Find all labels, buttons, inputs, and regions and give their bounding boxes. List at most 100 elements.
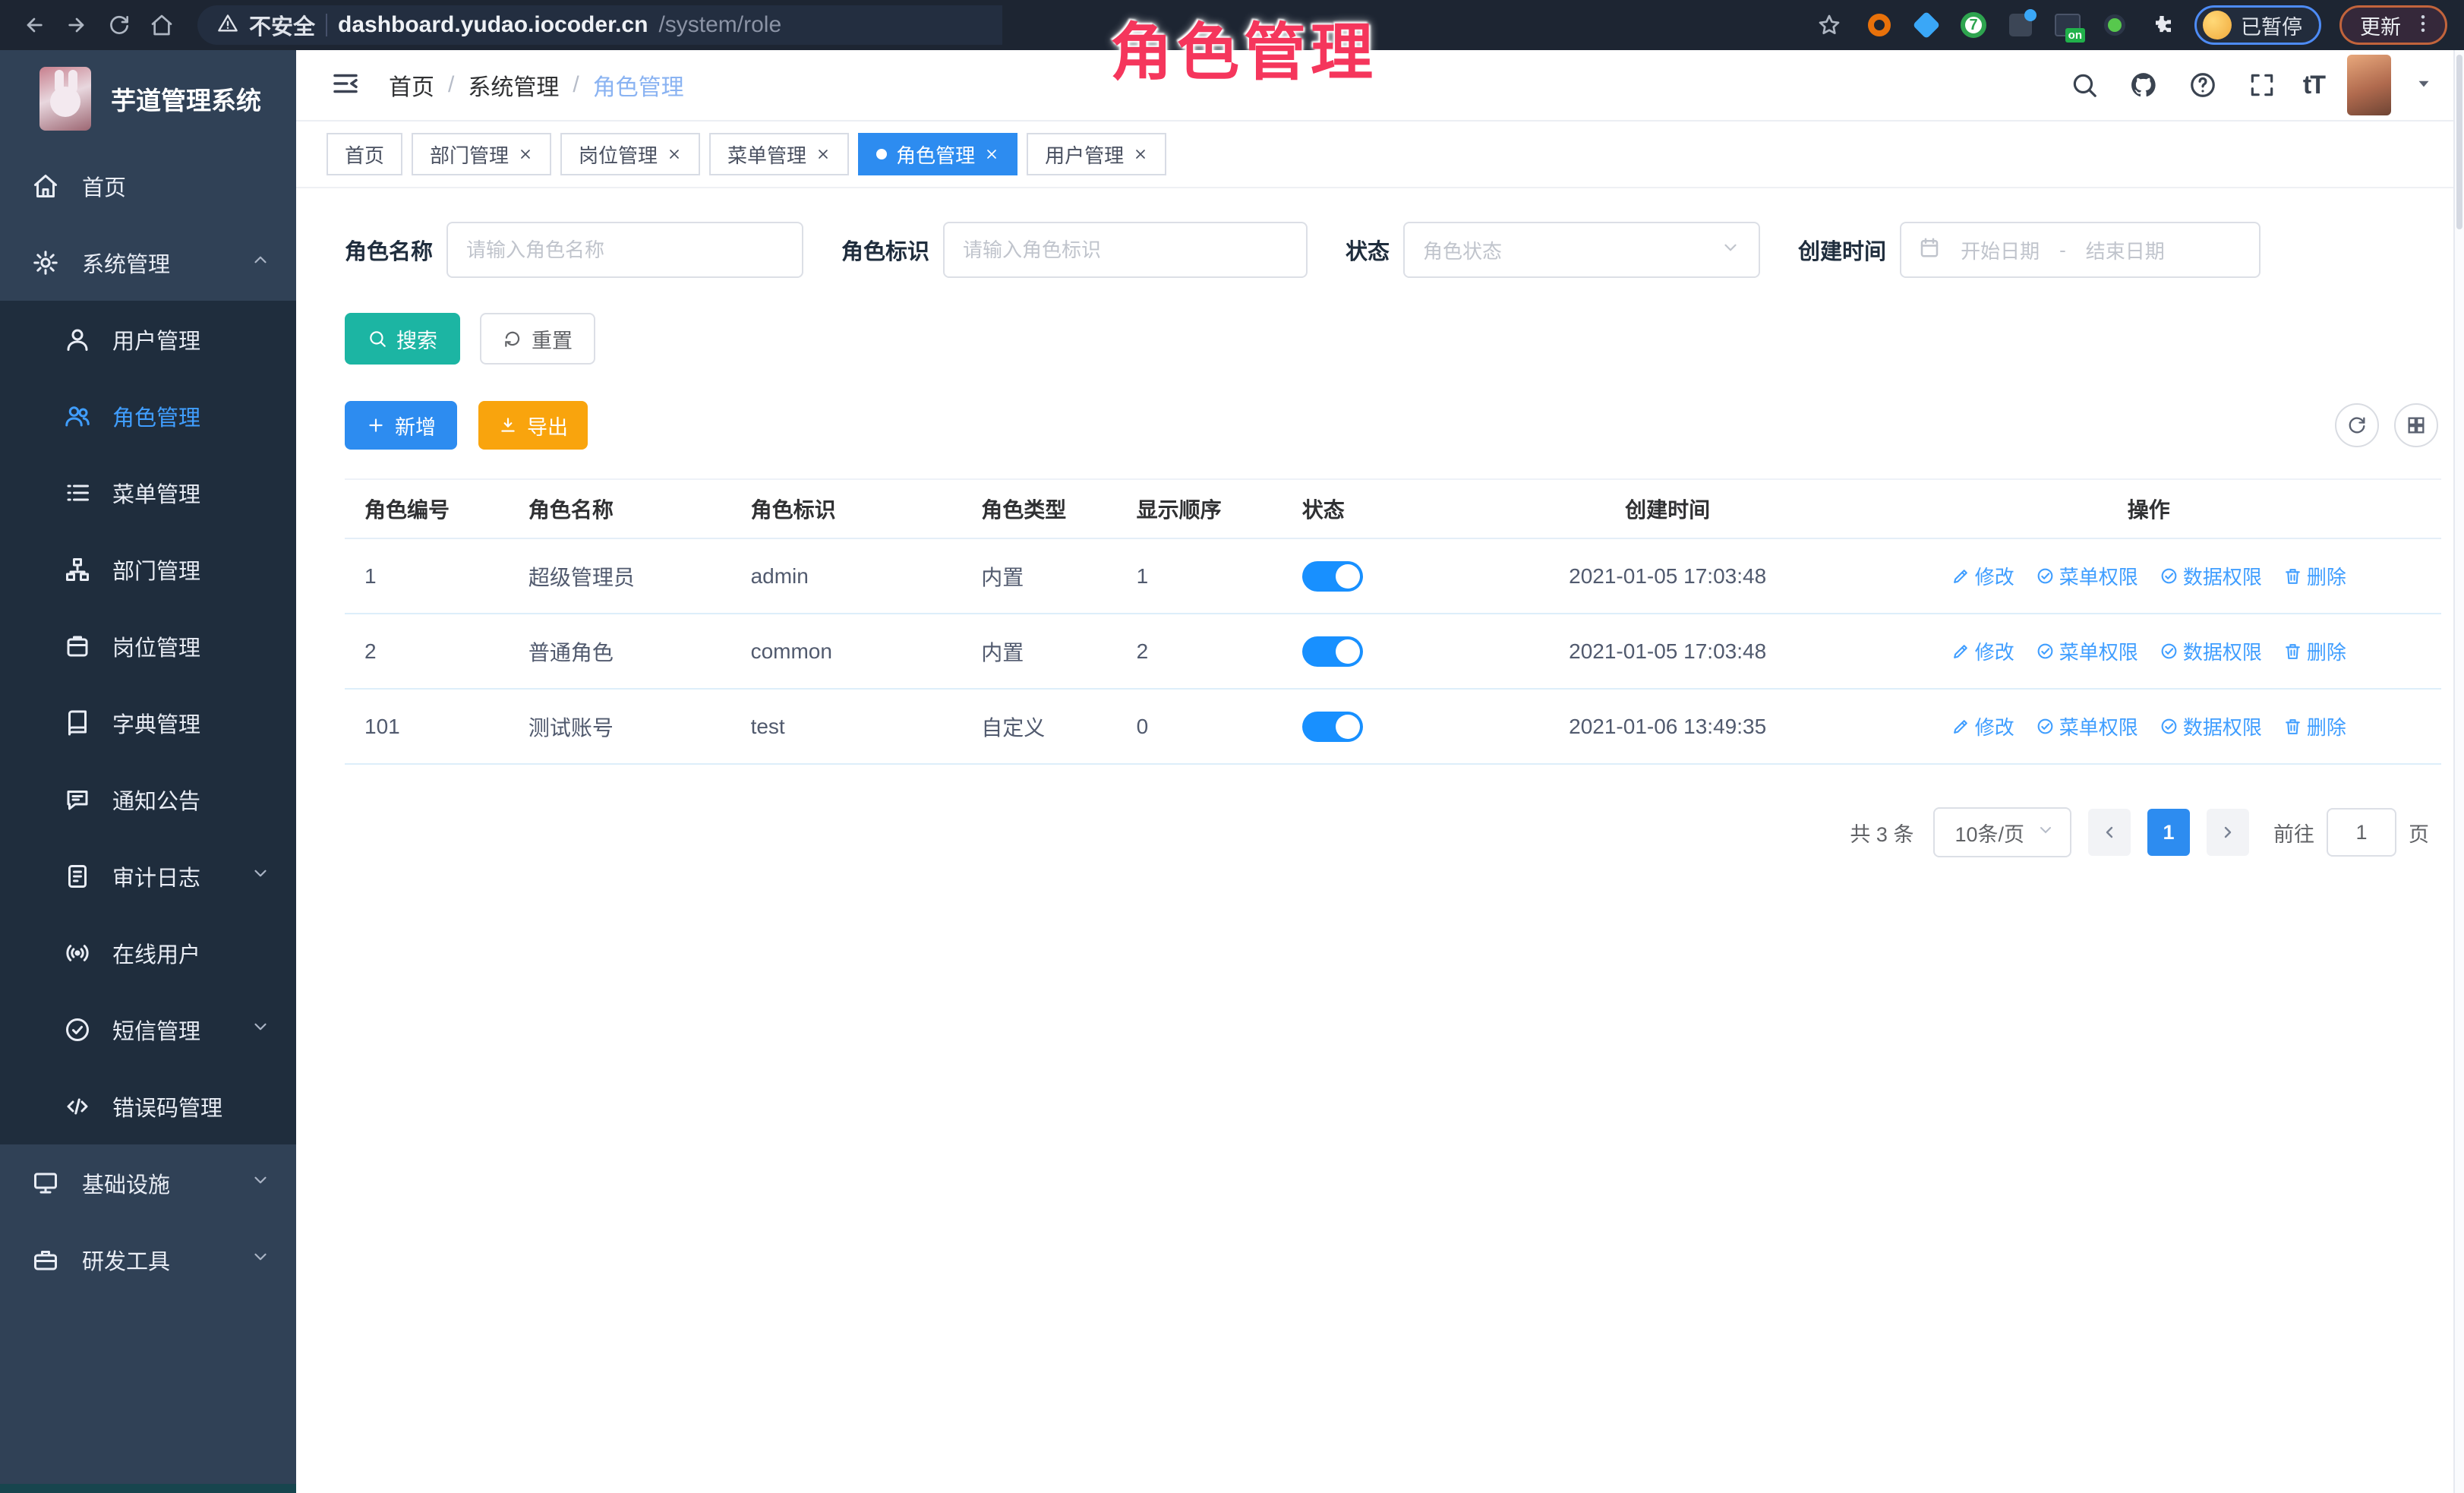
page-number-button[interactable]: 1 — [2147, 809, 2190, 856]
app-logo[interactable]: 芋道管理系统 — [0, 50, 296, 147]
extension-orange-ring-icon[interactable] — [1865, 11, 1894, 39]
cell-id: 101 — [345, 689, 521, 764]
action-删除[interactable]: 删除 — [2283, 562, 2346, 590]
github-icon[interactable] — [2125, 67, 2162, 103]
sidebar-item-菜单管理[interactable]: 菜单管理 — [0, 454, 296, 531]
reset-button[interactable]: 重置 — [480, 313, 595, 365]
close-icon[interactable] — [816, 147, 831, 162]
cell-id: 1 — [345, 538, 521, 614]
user-avatar[interactable] — [2347, 55, 2391, 115]
action-数据权限[interactable]: 数据权限 — [2160, 562, 2262, 590]
fullscreen-icon[interactable] — [2244, 67, 2280, 103]
bookmark-star-icon[interactable] — [1812, 8, 1847, 43]
tab-用户管理[interactable]: 用户管理 — [1027, 133, 1166, 175]
action-修改[interactable]: 修改 — [1951, 712, 2014, 740]
action-数据权限[interactable]: 数据权限 — [2160, 637, 2262, 665]
sidebar-item-用户管理[interactable]: 用户管理 — [0, 301, 296, 377]
font-size-icon[interactable]: tT — [2303, 71, 2324, 100]
topbar-right-cluster: tT — [2066, 55, 2434, 115]
tab-label: 岗位管理 — [579, 140, 658, 169]
extensions-puzzle-icon[interactable] — [2147, 11, 2176, 39]
pagination-total: 共 3 条 — [1850, 818, 1913, 848]
browser-forward-icon[interactable] — [59, 8, 94, 43]
sidebar-item-基础设施[interactable]: 基础设施 — [0, 1144, 296, 1221]
sidebar-item-系统管理[interactable]: 系统管理 — [0, 224, 296, 301]
chevron-down-icon — [1721, 238, 1740, 263]
extension-grid-icon[interactable] — [2006, 11, 2035, 39]
close-icon[interactable] — [667, 147, 682, 162]
browser-home-icon[interactable] — [144, 8, 179, 43]
cell-key: common — [743, 614, 974, 689]
column-settings-button[interactable] — [2394, 403, 2438, 447]
action-数据权限[interactable]: 数据权限 — [2160, 712, 2262, 740]
chevron-down-icon — [251, 1170, 270, 1196]
calendar-icon — [1918, 236, 1941, 264]
tab-岗位管理[interactable]: 岗位管理 — [560, 133, 700, 175]
menu-fold-icon[interactable] — [330, 68, 361, 103]
prev-page-button[interactable] — [2088, 809, 2131, 856]
help-icon[interactable] — [2185, 67, 2221, 103]
status-toggle[interactable] — [1302, 636, 1363, 667]
start-date-placeholder: 开始日期 — [1961, 236, 2040, 264]
sidebar-item-短信管理[interactable]: 短信管理 — [0, 991, 296, 1068]
browser-update-button[interactable]: 更新 — [2339, 5, 2447, 45]
browser-reload-icon[interactable] — [102, 8, 137, 43]
cell-actions: 修改菜单权限数据权限删除 — [1857, 538, 2441, 614]
export-button[interactable]: 导出 — [478, 401, 588, 450]
extension-sprout-icon[interactable] — [2100, 11, 2129, 39]
role-key-input[interactable] — [943, 222, 1308, 278]
page-scrollbar[interactable] — [2453, 50, 2464, 1493]
tab-菜单管理[interactable]: 菜单管理 — [709, 133, 849, 175]
close-icon[interactable] — [984, 147, 999, 162]
status-toggle[interactable] — [1302, 561, 1363, 592]
breadcrumb-item-首页[interactable]: 首页 — [389, 68, 434, 102]
tab-部门管理[interactable]: 部门管理 — [412, 133, 551, 175]
sidebar-item-研发工具[interactable]: 研发工具 — [0, 1221, 296, 1298]
extension-blue-gem-icon[interactable] — [1912, 11, 1941, 39]
close-icon[interactable] — [1133, 147, 1148, 162]
close-icon[interactable] — [518, 147, 533, 162]
refresh-table-button[interactable] — [2335, 403, 2379, 447]
sidebar-item-审计日志[interactable]: 审计日志 — [0, 838, 296, 914]
sidebar-item-错误码管理[interactable]: 错误码管理 — [0, 1068, 296, 1144]
action-修改[interactable]: 修改 — [1951, 562, 2014, 590]
page-size-select[interactable]: 10条/页 — [1933, 807, 2071, 857]
goto-page-input[interactable] — [2327, 808, 2396, 857]
sidebar-item-部门管理[interactable]: 部门管理 — [0, 531, 296, 608]
action-修改[interactable]: 修改 — [1951, 637, 2014, 665]
tab-首页[interactable]: 首页 — [327, 133, 402, 175]
breadcrumb-item-系统管理[interactable]: 系统管理 — [468, 68, 559, 102]
next-page-button[interactable] — [2207, 809, 2249, 856]
create-time-range-picker[interactable]: 开始日期 - 结束日期 — [1900, 222, 2261, 278]
search-button[interactable]: 搜索 — [345, 313, 460, 365]
status-select[interactable]: 角色状态 — [1403, 222, 1760, 278]
browser-menu-icon[interactable] — [2412, 12, 2434, 39]
end-date-placeholder: 结束日期 — [2086, 236, 2165, 264]
avatar-caret-icon[interactable] — [2414, 74, 2434, 97]
action-删除[interactable]: 删除 — [2283, 712, 2346, 740]
column-header-创建时间: 创建时间 — [1479, 479, 1857, 538]
table-header-row: 角色编号角色名称角色标识角色类型显示顺序状态创建时间操作 — [345, 479, 2441, 538]
extension-green-seven-icon[interactable]: 7 — [1959, 11, 1988, 39]
sidebar-item-通知公告[interactable]: 通知公告 — [0, 761, 296, 838]
sidebar-item-字典管理[interactable]: 字典管理 — [0, 684, 296, 761]
action-菜单权限[interactable]: 菜单权限 — [2036, 712, 2138, 740]
action-菜单权限[interactable]: 菜单权限 — [2036, 562, 2138, 590]
cell-created-time: 2021-01-05 17:03:48 — [1479, 538, 1857, 614]
browser-address-bar[interactable]: 不安全 dashboard.yudao.iocoder.cn/system/ro… — [197, 5, 1002, 45]
sidebar-item-角色管理[interactable]: 角色管理 — [0, 377, 296, 454]
add-button[interactable]: 新增 — [345, 401, 457, 450]
sidebar-item-岗位管理[interactable]: 岗位管理 — [0, 608, 296, 684]
browser-back-icon[interactable] — [17, 8, 52, 43]
action-菜单权限[interactable]: 菜单权限 — [2036, 637, 2138, 665]
tab-角色管理[interactable]: 角色管理 — [858, 133, 1017, 175]
role-name-input[interactable] — [446, 222, 803, 278]
range-separator: - — [2059, 238, 2066, 262]
action-删除[interactable]: 删除 — [2283, 637, 2346, 665]
extension-dark-on-icon[interactable]: on — [2053, 11, 2082, 39]
sidebar-item-首页[interactable]: 首页 — [0, 147, 296, 224]
profile-paused-pill[interactable]: 已暂停 — [2194, 5, 2321, 45]
status-toggle[interactable] — [1302, 712, 1363, 742]
search-icon[interactable] — [2066, 67, 2103, 103]
sidebar-item-在线用户[interactable]: 在线用户 — [0, 914, 296, 991]
